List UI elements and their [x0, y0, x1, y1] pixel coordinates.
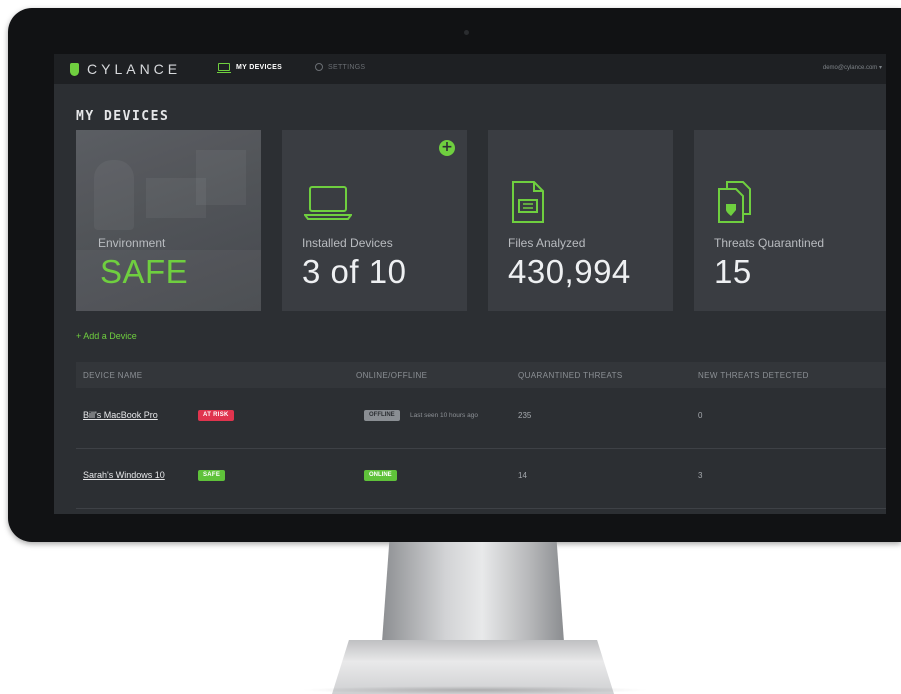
environment-label: Environment	[98, 236, 166, 250]
tab-settings[interactable]: SETTINGS	[315, 63, 365, 71]
table-row[interactable]: Bill's MacBook Pro AT RISK OFFLINE Last …	[76, 388, 886, 449]
monitor-frame: CYLANCE MY DEVICES SETTINGS demo@cylance…	[8, 8, 901, 542]
installed-devices-label: Installed Devices	[302, 236, 393, 250]
threats-quarantined-count: 15	[714, 253, 752, 290]
quarantined-files-icon	[718, 181, 751, 223]
file-icon	[512, 181, 544, 223]
environment-status: SAFE	[100, 253, 189, 290]
status-badge: SAFE	[198, 470, 226, 481]
table-header: DEVICE NAME ONLINE/OFFLINE QUARANTINED T…	[76, 362, 886, 388]
table-row[interactable]: Sarah's Windows 10 SAFE ONLINE 14 3	[76, 448, 886, 509]
environment-card: Environment SAFE	[76, 130, 261, 311]
monitor-stand-neck	[382, 542, 564, 642]
brand-name: CYLANCE	[87, 61, 182, 77]
threats-quarantined-label: Threats Quarantined	[714, 236, 825, 250]
new-threats-count: 3	[698, 471, 703, 480]
user-menu[interactable]: demo@cylance.com ▾	[823, 64, 882, 71]
connection-status-pill: OFFLINE	[364, 410, 400, 421]
laptop-icon	[304, 186, 352, 220]
laptop-icon	[217, 63, 231, 73]
chevron-down-icon: ▾	[878, 65, 882, 71]
tab-my-devices-label: MY DEVICES	[236, 63, 283, 71]
stand-shadow	[300, 686, 650, 694]
cylance-logo-icon	[70, 62, 79, 76]
add-device-plus-button[interactable]: +	[439, 140, 455, 156]
tab-settings-label: SETTINGS	[328, 63, 366, 71]
top-navigation-bar: CYLANCE MY DEVICES SETTINGS demo@cylance…	[54, 54, 886, 84]
add-device-link[interactable]: + Add a Device	[76, 331, 137, 341]
installed-devices-card: + Installed Devices 3 of 10	[282, 130, 467, 311]
threats-quarantined-card: Threats Quarantined 15	[694, 130, 886, 311]
column-header-online-offline[interactable]: ONLINE/OFFLINE	[356, 371, 427, 380]
column-header-device-name[interactable]: DEVICE NAME	[83, 371, 143, 380]
column-header-quarantined-threats[interactable]: QUARANTINED THREATS	[518, 371, 623, 380]
webcam	[464, 30, 469, 35]
files-analyzed-card: Files Analyzed 430,994	[488, 130, 673, 311]
page-title: MY DEVICES	[76, 109, 170, 124]
last-seen-text: Last seen 10 hours ago	[410, 412, 478, 419]
brand-logo[interactable]: CYLANCE	[70, 61, 181, 77]
quarantined-count: 14	[518, 471, 527, 480]
device-name-link[interactable]: Sarah's Windows 10	[83, 470, 165, 480]
quarantined-count: 235	[518, 411, 532, 420]
status-badge: AT RISK	[198, 410, 234, 421]
column-header-new-threats[interactable]: NEW THREATS DETECTED	[698, 371, 809, 380]
files-analyzed-label: Files Analyzed	[508, 236, 586, 250]
connection-status-pill: ONLINE	[364, 470, 397, 481]
installed-devices-count: 3 of 10	[302, 253, 407, 290]
tab-my-devices[interactable]: MY DEVICES	[217, 63, 283, 73]
files-analyzed-count: 430,994	[508, 253, 631, 290]
user-email: demo@cylance.com	[822, 65, 878, 71]
app-screen: CYLANCE MY DEVICES SETTINGS demo@cylance…	[54, 54, 886, 514]
new-threats-count: 0	[698, 411, 703, 420]
gear-icon	[315, 63, 323, 71]
device-name-link[interactable]: Bill's MacBook Pro	[83, 410, 158, 420]
devices-table: DEVICE NAME ONLINE/OFFLINE QUARANTINED T…	[76, 362, 886, 509]
